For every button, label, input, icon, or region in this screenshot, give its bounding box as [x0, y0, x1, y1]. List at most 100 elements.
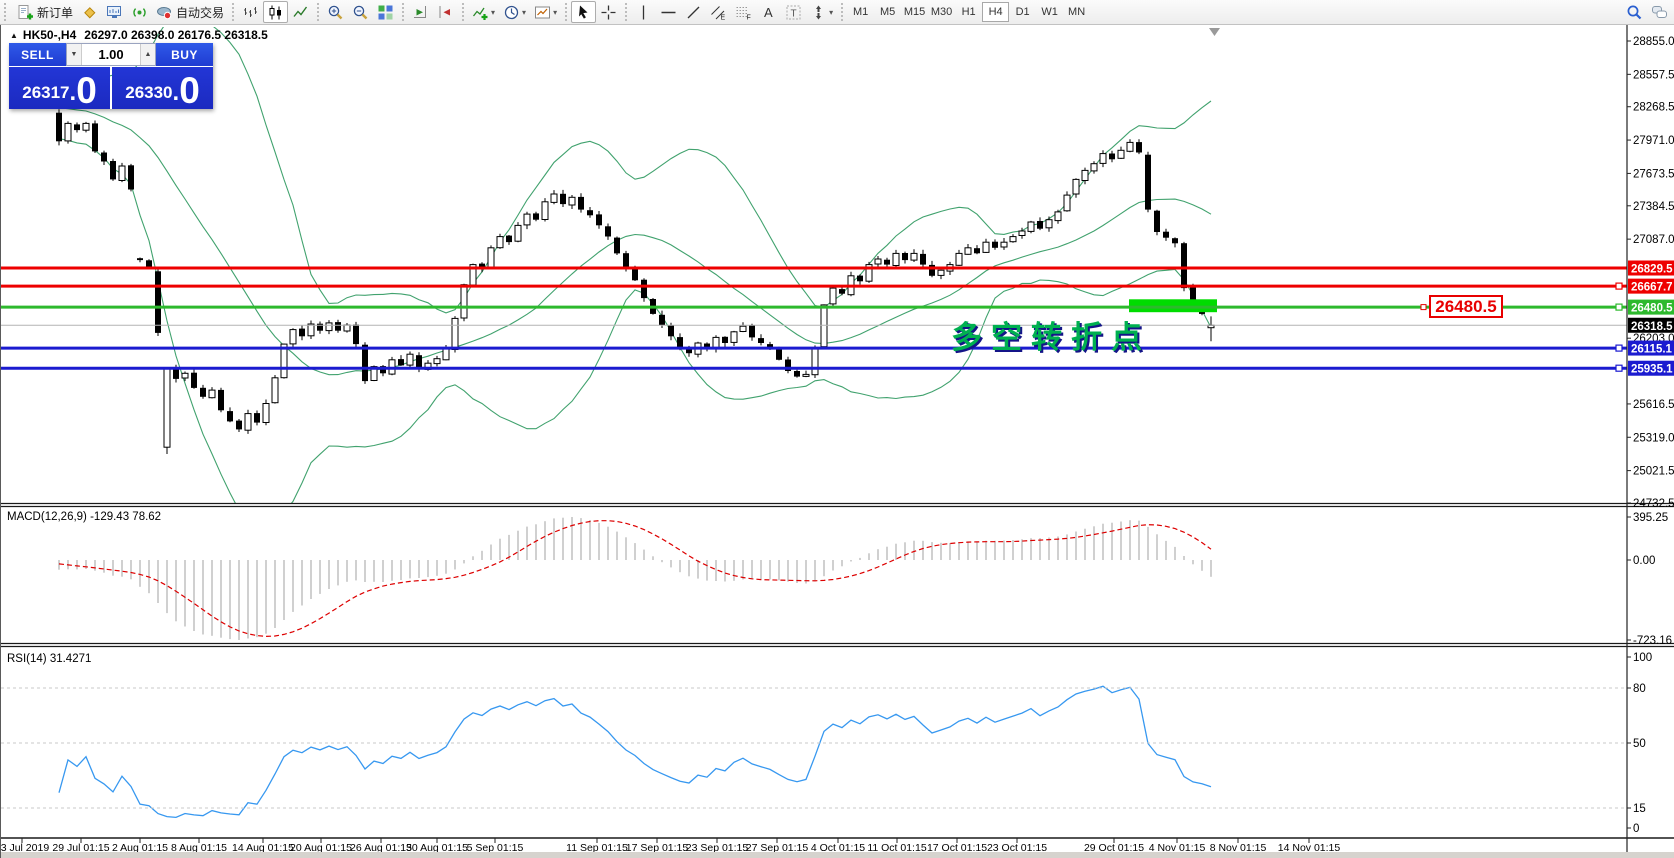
volume-increase-button[interactable]: ▲	[140, 44, 155, 65]
volume-value[interactable]: 1.00	[82, 47, 140, 62]
svg-text:26667.7: 26667.7	[1631, 282, 1673, 294]
vertical-line-button[interactable]	[631, 1, 656, 23]
arrows-button[interactable]: ▾	[806, 1, 837, 23]
new-order-icon	[17, 4, 34, 21]
tab-d1[interactable]: D1	[1009, 2, 1036, 22]
fibonacci-button[interactable]: F	[731, 1, 756, 23]
zoom-out-icon	[352, 4, 369, 21]
chart-window[interactable]: 28855.0 28557.5 28268.5 27971.0 27673.5 27384…	[0, 25, 1674, 858]
svg-text:26318.5: 26318.5	[1631, 321, 1673, 333]
chart-canvas[interactable]: 28855.0 28557.5 28268.5 27971.0 27673.5 27384…	[1, 25, 1674, 858]
buy-button[interactable]: BUY	[156, 43, 213, 66]
indicators-button[interactable]: ▾	[468, 1, 499, 23]
collapse-panel-icon[interactable]: ▲	[10, 31, 18, 40]
text-button[interactable]: A	[756, 1, 781, 23]
vertical-line-icon	[635, 4, 652, 21]
svg-text:A: A	[764, 5, 773, 20]
chart-shift-icon	[437, 4, 454, 21]
templates-button[interactable]: ▾	[530, 1, 561, 23]
tab-h4[interactable]: H4	[982, 2, 1010, 22]
search-icon	[1626, 4, 1643, 21]
svg-text:25319.0: 25319.0	[1633, 432, 1674, 444]
svg-text:100: 100	[1633, 652, 1652, 664]
svg-text:27384.5: 27384.5	[1633, 201, 1674, 213]
macd-label: MACD(12,26,9) -129.43 78.62	[7, 511, 162, 523]
market-window-icon	[106, 4, 123, 21]
svg-text:27087.0: 27087.0	[1633, 234, 1674, 246]
toolbar-grip	[4, 3, 9, 21]
symbol-period-label: HK50-,H4	[22, 28, 77, 42]
fibonacci-icon: F	[735, 4, 752, 21]
market-window-button[interactable]	[102, 1, 127, 23]
crosshair-button[interactable]	[596, 1, 621, 23]
tab-h1[interactable]: H1	[955, 2, 982, 22]
candlestick-icon	[267, 4, 284, 21]
candlestick-button[interactable]	[263, 1, 289, 23]
line-chart-button[interactable]	[288, 1, 313, 23]
sell-price-main: 26317	[22, 83, 70, 102]
zoom-in-button[interactable]	[323, 1, 348, 23]
trendline-icon	[685, 4, 702, 21]
chevron-down-icon: ▾	[491, 7, 496, 17]
indicators-icon	[472, 4, 489, 21]
tab-m5[interactable]: M5	[874, 2, 901, 22]
tile-windows-button[interactable]	[373, 1, 398, 23]
separator	[625, 3, 628, 21]
volume-stepper: ▼ 1.00 ▲	[66, 43, 156, 66]
horizontal-line-button[interactable]	[656, 1, 681, 23]
auto-trading-label: 自动交易	[176, 5, 225, 20]
zoom-out-button[interactable]	[348, 1, 373, 23]
new-order-label: 新订单	[37, 5, 74, 20]
text-icon: A	[760, 4, 777, 21]
svg-text:50: 50	[1633, 738, 1646, 750]
mt4-window: 新订单 自动交易 ▾ ▾ ▾ E F A T ▾ M1 M5 M15 M30 H…	[0, 0, 1674, 858]
tab-m1[interactable]: M1	[847, 2, 874, 22]
svg-text:28268.5: 28268.5	[1633, 102, 1674, 114]
sell-price[interactable]: 26317. 0	[9, 67, 110, 109]
price-text-box[interactable]: 26480.5	[1429, 295, 1503, 318]
separator	[565, 3, 568, 21]
svg-text:80: 80	[1633, 683, 1646, 695]
channel-button[interactable]: E	[706, 1, 731, 23]
autotrade-icon	[156, 4, 173, 21]
buy-price-main: 26330	[125, 83, 173, 102]
svg-text:28557.5: 28557.5	[1633, 69, 1674, 81]
buy-price-decimal: 0	[179, 70, 200, 111]
signal-button[interactable]	[127, 1, 152, 23]
volume-decrease-button[interactable]: ▼	[67, 44, 82, 65]
svg-text:27673.5: 27673.5	[1633, 168, 1674, 180]
buy-price[interactable]: 26330. 0	[112, 67, 213, 109]
gold-diamond-button[interactable]	[77, 1, 102, 23]
auto-scroll-button[interactable]	[408, 1, 433, 23]
signal-icon	[131, 4, 148, 21]
tab-m15[interactable]: M15	[901, 2, 928, 22]
trendline-button[interactable]	[681, 1, 706, 23]
text-label-icon: T	[785, 4, 802, 21]
search-button[interactable]	[1622, 1, 1647, 23]
tab-m30[interactable]: M30	[928, 2, 955, 22]
svg-text:26480.5: 26480.5	[1631, 303, 1673, 315]
text-label-button[interactable]: T	[781, 1, 806, 23]
bar-chart-icon	[242, 4, 259, 21]
window-bottom-edge	[1, 852, 1674, 858]
cursor-button[interactable]	[571, 1, 597, 23]
auto-trading-button[interactable]: 自动交易	[152, 1, 228, 23]
zoom-in-icon	[327, 4, 344, 21]
tab-mn[interactable]: MN	[1063, 2, 1090, 22]
rsi-label: RSI(14) 31.4271	[7, 653, 92, 665]
bar-chart-button[interactable]	[238, 1, 263, 23]
chart-annotation-text: 多空转折点	[951, 320, 1151, 355]
periods-icon	[503, 4, 520, 21]
svg-text:T: T	[791, 8, 797, 19]
svg-text:E: E	[721, 14, 726, 21]
chevron-down-icon: ▾	[829, 7, 834, 17]
auto-scroll-icon	[412, 4, 429, 21]
chat-button[interactable]	[1647, 1, 1672, 23]
tab-w1[interactable]: W1	[1036, 2, 1063, 22]
chart-shift-button[interactable]	[433, 1, 458, 23]
chart-title: ▲ HK50-,H4 26297.0 26398.0 26176.5 26318…	[10, 28, 268, 42]
new-order-button[interactable]: 新订单	[13, 1, 77, 23]
line-chart-icon	[292, 4, 309, 21]
periods-button[interactable]: ▾	[499, 1, 530, 23]
sell-button[interactable]: SELL	[9, 43, 66, 66]
